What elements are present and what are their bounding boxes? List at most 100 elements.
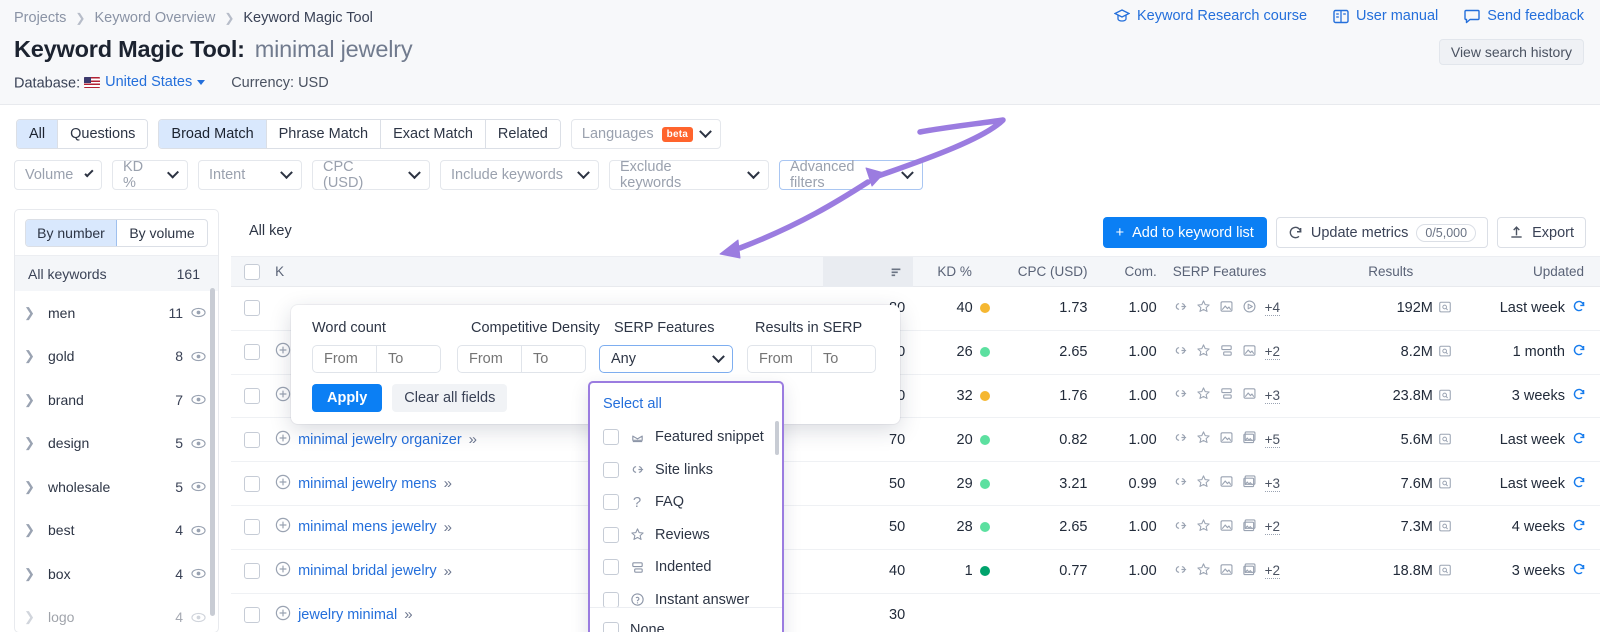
image-pack-icon[interactable]: [1242, 518, 1257, 537]
expand-keyword-icon[interactable]: »: [444, 475, 452, 492]
eye-icon[interactable]: [191, 610, 206, 625]
filter-exclude-keywords[interactable]: Exclude keywords: [609, 159, 769, 191]
expand-keyword-icon[interactable]: »: [444, 519, 452, 536]
row-checkbox[interactable]: [244, 344, 261, 361]
dropdown-scrollbar[interactable]: [775, 421, 779, 455]
add-keyword-icon[interactable]: [275, 517, 291, 537]
column-header-cpc[interactable]: CPC (USD): [996, 264, 1096, 279]
sidebar-item-design[interactable]: ❯ design 5: [15, 422, 218, 466]
serp-more-count[interactable]: +3: [1264, 476, 1281, 492]
database-selector[interactable]: United States: [84, 74, 206, 90]
tab-broad-match[interactable]: Broad Match: [159, 120, 267, 148]
column-header-com[interactable]: Com.: [1096, 264, 1161, 279]
serp-preview-icon[interactable]: [1438, 344, 1452, 360]
site-links-icon[interactable]: [1173, 518, 1188, 537]
eye-icon[interactable]: [191, 349, 206, 364]
site-links-icon[interactable]: [1173, 562, 1188, 581]
add-keyword-icon[interactable]: [275, 474, 291, 494]
row-checkbox[interactable]: [244, 387, 261, 404]
image-pack-icon[interactable]: [1242, 430, 1257, 449]
reviews-icon[interactable]: [1196, 386, 1211, 405]
image-pack-icon[interactable]: [1242, 562, 1257, 581]
indented-icon[interactable]: [1219, 386, 1234, 405]
keyword-link[interactable]: minimal bridal jewelry: [298, 563, 437, 579]
image-icon[interactable]: [1219, 299, 1234, 318]
refresh-icon[interactable]: [1572, 431, 1586, 449]
serp-option-none[interactable]: None: [590, 607, 782, 632]
serp-preview-icon[interactable]: [1438, 300, 1452, 316]
serp-more-count[interactable]: +4: [1264, 300, 1281, 317]
site-links-icon[interactable]: [1173, 386, 1188, 405]
checkbox[interactable]: [603, 591, 619, 607]
table-row[interactable]: minimal jewelry mens » 50 29 3.21 0.99 +3 7.6M L…: [231, 462, 1600, 506]
export-button[interactable]: Export: [1497, 217, 1586, 248]
serp-more-count[interactable]: +2: [1264, 344, 1281, 361]
checkbox[interactable]: [603, 526, 619, 543]
sidebar-item-men[interactable]: ❯ men 11: [15, 291, 218, 335]
keyword-link[interactable]: jewelry minimal: [298, 607, 397, 623]
refresh-icon[interactable]: [1572, 475, 1586, 493]
checkbox[interactable]: [603, 494, 619, 511]
update-metrics-button[interactable]: Update metrics 0/5,000: [1275, 217, 1489, 248]
column-header-volume[interactable]: [823, 256, 914, 287]
keyword-link[interactable]: minimal mens jewelry: [298, 519, 437, 535]
breadcrumb-item-keyword-overview[interactable]: Keyword Overview: [94, 10, 215, 26]
row-checkbox[interactable]: [244, 563, 261, 580]
add-keyword-icon[interactable]: [275, 386, 291, 406]
sidebar-item-gold[interactable]: ❯ gold 8: [15, 335, 218, 379]
eye-icon[interactable]: [191, 436, 206, 451]
add-keyword-icon[interactable]: [275, 561, 291, 581]
image-icon[interactable]: [1242, 343, 1257, 362]
serp-preview-icon[interactable]: [1438, 432, 1452, 448]
expand-keyword-icon[interactable]: »: [469, 431, 477, 448]
results-to-input[interactable]: [812, 346, 875, 372]
eye-icon[interactable]: [191, 479, 206, 494]
refresh-icon[interactable]: [1572, 343, 1586, 361]
column-header-updated[interactable]: Updated: [1458, 264, 1600, 279]
word-count-from-input[interactable]: [313, 346, 376, 372]
serp-more-count[interactable]: +2: [1264, 563, 1281, 580]
user-manual-link[interactable]: User manual: [1333, 8, 1438, 24]
indented-icon[interactable]: [1219, 343, 1234, 362]
keyword-link[interactable]: minimal jewelry mens: [298, 476, 437, 492]
site-links-icon[interactable]: [1173, 343, 1188, 362]
filter-advanced-filters[interactable]: Advanced filters: [779, 159, 923, 191]
tab-all[interactable]: All: [17, 120, 59, 148]
row-checkbox[interactable]: [244, 431, 261, 448]
column-header-results[interactable]: Results: [1324, 264, 1458, 279]
eye-icon[interactable]: [191, 566, 206, 581]
languages-dropdown[interactable]: Languages beta: [570, 119, 722, 149]
refresh-icon[interactable]: [1572, 387, 1586, 405]
reviews-icon[interactable]: [1196, 562, 1211, 581]
sidebar-item-logo[interactable]: ❯ logo 4: [15, 596, 218, 632]
tab-related[interactable]: Related: [485, 120, 560, 148]
add-keyword-icon[interactable]: [275, 430, 291, 450]
site-links-icon[interactable]: [1173, 474, 1188, 493]
serp-preview-icon[interactable]: [1438, 519, 1452, 535]
filter-include-keywords[interactable]: Include keywords: [440, 160, 599, 190]
image-icon[interactable]: [1219, 518, 1234, 537]
checkbox[interactable]: [603, 621, 619, 632]
results-from-input[interactable]: [748, 346, 811, 372]
table-row[interactable]: minimal jewelry organizer » 70 20 0.82 1.00 +5…: [231, 418, 1600, 463]
serp-option-indented[interactable]: Indented: [590, 551, 782, 584]
serp-preview-icon[interactable]: [1438, 388, 1452, 404]
keyword-research-course-link[interactable]: Keyword Research course: [1113, 8, 1307, 24]
reviews-icon[interactable]: [1196, 343, 1211, 362]
image-icon[interactable]: [1242, 386, 1257, 405]
filter-intent[interactable]: Intent: [198, 160, 302, 190]
eye-icon[interactable]: [191, 523, 206, 538]
add-keyword-icon[interactable]: [275, 342, 291, 362]
serp-features-select[interactable]: Any: [599, 345, 733, 373]
row-checkbox[interactable]: [244, 519, 261, 536]
row-checkbox[interactable]: [244, 475, 261, 492]
checkbox[interactable]: [603, 559, 619, 576]
sidebar-toggle-by-number[interactable]: By number: [26, 220, 117, 246]
sidebar-all-keywords-row[interactable]: All keywords 161: [15, 255, 218, 291]
serp-option-featured-snippet[interactable]: Featured snippet: [590, 421, 782, 454]
filter-volume[interactable]: Volume: [14, 160, 102, 190]
eye-icon[interactable]: [191, 392, 206, 407]
expand-keyword-icon[interactable]: »: [444, 563, 452, 580]
reviews-icon[interactable]: [1196, 518, 1211, 537]
competitive-density-to-input[interactable]: [522, 346, 585, 372]
